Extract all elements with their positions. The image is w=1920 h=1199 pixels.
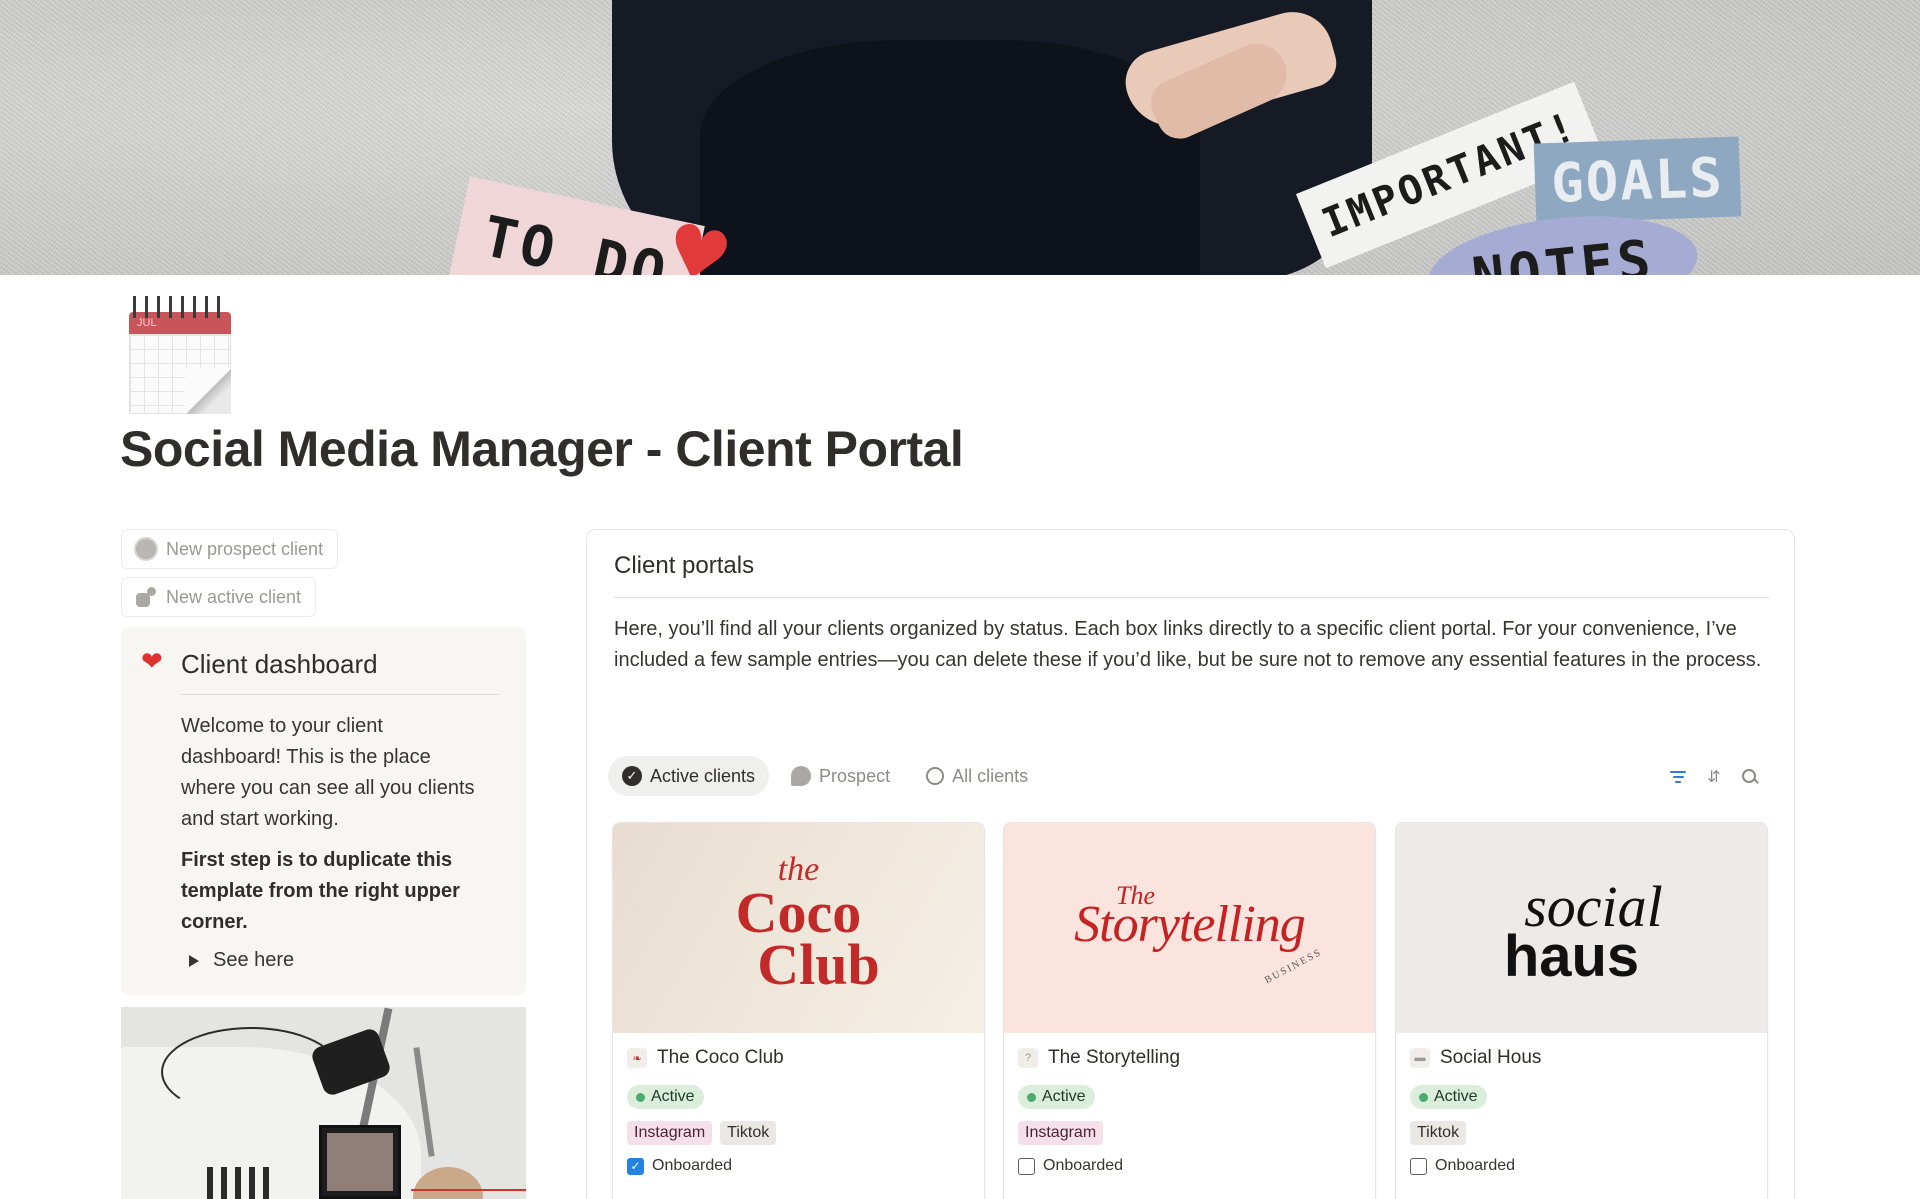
checkbox-checked-icon: ✓ xyxy=(627,1157,644,1175)
card-cover-image: social haus xyxy=(1396,823,1767,1033)
photo-red-cable xyxy=(411,1189,526,1191)
client-card-social-hous[interactable]: social haus ▬ Social Hous Active Tiktok … xyxy=(1395,822,1768,1199)
platform-tags: Instagram xyxy=(1018,1121,1104,1145)
calendar-icon[interactable]: JUL xyxy=(129,296,231,414)
new-active-client-label: New active client xyxy=(166,586,302,607)
page-icon: ? xyxy=(1018,1048,1038,1068)
page-cover[interactable]: TO DO ♥ IMPORTANT! GOALS NOTES xyxy=(0,0,1920,275)
client-dashboard-callout: ❤ Client dashboard Welcome to your clien… xyxy=(121,627,526,995)
status-label: Active xyxy=(1434,1088,1478,1105)
status-dot-icon xyxy=(636,1092,645,1102)
tab-label: Prospect xyxy=(819,765,891,786)
badge-icon xyxy=(136,539,156,559)
new-prospect-client-label: New prospect client xyxy=(166,538,324,559)
tab-all-clients[interactable]: All clients xyxy=(912,756,1042,796)
status-badge: Active xyxy=(1018,1085,1095,1109)
studio-photo xyxy=(121,1007,526,1199)
tab-label: All clients xyxy=(952,765,1029,786)
toggle-label: See here xyxy=(213,949,295,971)
onboarded-checkbox[interactable]: Onboarded xyxy=(1018,1157,1123,1175)
logo-club: Club xyxy=(757,932,880,997)
callout-title: Client dashboard xyxy=(181,649,378,679)
panel-title: Client portals xyxy=(614,552,755,579)
checkbox-unchecked-icon xyxy=(1410,1157,1427,1175)
card-name-label: The Storytelling xyxy=(1048,1047,1181,1068)
status-label: Active xyxy=(1042,1088,1086,1105)
photo-prints xyxy=(207,1167,277,1199)
view-toolbar: ⇵ xyxy=(1669,768,1759,786)
client-card-storytelling[interactable]: The Storytelling BUSINESS ? The Storytel… xyxy=(1003,822,1376,1199)
tab-prospect[interactable]: Prospect xyxy=(777,756,904,796)
status-label: Active xyxy=(651,1088,695,1105)
new-active-client-button[interactable]: New active client xyxy=(121,577,317,617)
calendar-page-curl xyxy=(185,368,231,414)
search-icon[interactable] xyxy=(1741,768,1759,786)
sort-icon[interactable]: ⇵ xyxy=(1705,768,1723,786)
goals-sticker: GOALS xyxy=(1533,136,1742,224)
platform-tags: Instagram Tiktok xyxy=(627,1121,777,1145)
onboarded-checkbox[interactable]: ✓ Onboarded xyxy=(627,1157,732,1175)
users-icon xyxy=(136,587,156,607)
calendar-rings xyxy=(133,296,227,318)
onboarded-checkbox[interactable]: Onboarded xyxy=(1410,1157,1515,1175)
card-title[interactable]: ❧ The Coco Club xyxy=(627,1047,784,1069)
chat-bubble-icon xyxy=(791,766,812,786)
checkbox-unchecked-icon xyxy=(1018,1157,1035,1175)
card-cover-image: the Coco Club xyxy=(613,823,984,1033)
photo-monitor-screen xyxy=(327,1133,393,1191)
see-here-toggle[interactable]: See here xyxy=(189,949,294,972)
tag-instagram: Instagram xyxy=(1018,1121,1104,1145)
circle-icon xyxy=(926,767,945,785)
filter-icon[interactable] xyxy=(1669,768,1687,786)
tag-tiktok: Tiktok xyxy=(720,1121,777,1145)
status-dot-icon xyxy=(1027,1092,1036,1102)
status-badge: Active xyxy=(1410,1085,1487,1109)
client-portals-panel: Client portals Here, you’ll find all you… xyxy=(586,529,1795,1199)
card-cover-image: The Storytelling BUSINESS xyxy=(1004,823,1375,1033)
photo-cable xyxy=(161,1027,341,1117)
page-title: Social Media Manager - Client Portal xyxy=(120,421,964,477)
panel-description: Here, you’ll find all your clients organ… xyxy=(614,618,1762,671)
onboarded-label: Onboarded xyxy=(1435,1157,1516,1174)
logo-haus: haus xyxy=(1503,924,1640,989)
tag-instagram: Instagram xyxy=(627,1121,713,1145)
card-title[interactable]: ▬ Social Hous xyxy=(1410,1047,1541,1069)
card-title[interactable]: ? The Storytelling xyxy=(1018,1047,1180,1069)
panel-divider xyxy=(614,597,1769,598)
page-icon: ▬ xyxy=(1410,1048,1430,1068)
photo-person-head xyxy=(413,1167,483,1199)
platform-tags: Tiktok xyxy=(1410,1121,1467,1145)
view-tabs: ✓ Active clients Prospect All clients xyxy=(608,756,1042,796)
toggle-triangle-icon xyxy=(189,954,199,967)
card-name-label: Social Hous xyxy=(1440,1047,1542,1068)
status-badge: Active xyxy=(627,1085,704,1109)
callout-divider xyxy=(181,694,499,695)
callout-instruction: First step is to duplicate this template… xyxy=(181,849,460,933)
card-name-label: The Coco Club xyxy=(657,1047,784,1068)
callout-body: Welcome to your client dashboard! This i… xyxy=(181,715,475,830)
new-prospect-client-button[interactable]: New prospect client xyxy=(121,529,339,569)
status-dot-icon xyxy=(1419,1092,1428,1102)
onboarded-label: Onboarded xyxy=(1043,1157,1124,1174)
tag-tiktok: Tiktok xyxy=(1410,1121,1467,1145)
tab-active-clients[interactable]: ✓ Active clients xyxy=(608,756,770,796)
page-icon: ❧ xyxy=(627,1048,647,1068)
onboarded-label: Onboarded xyxy=(652,1157,733,1174)
client-card-coco-club[interactable]: the Coco Club ❧ The Coco Club Active Ins… xyxy=(612,822,985,1199)
verified-check-icon: ✓ xyxy=(622,766,642,786)
heart-icon: ❤ xyxy=(141,647,163,677)
tab-label: Active clients xyxy=(650,765,756,786)
